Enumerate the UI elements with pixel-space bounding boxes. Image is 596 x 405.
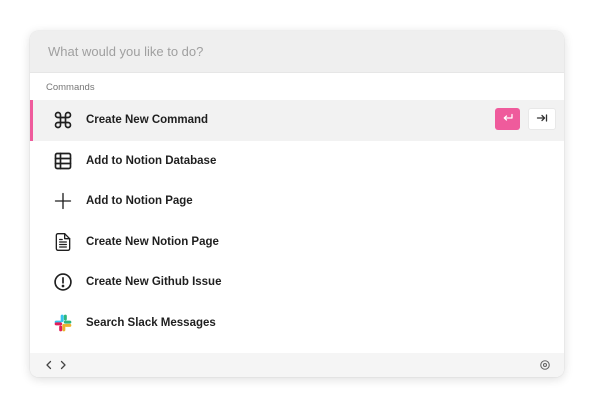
search-input[interactable] [46,43,548,60]
command-label: Add to Notion Database [86,154,217,167]
command-item-create-new-command[interactable]: Create New Command [30,100,564,141]
document-icon [52,231,74,253]
command-item-add-to-notion-database[interactable]: Add to Notion Database [30,141,564,182]
command-label: Search Slack Messages [86,316,216,329]
command-label: Add to Notion Page [86,195,193,208]
palette-footer [30,353,564,377]
table-icon [52,150,74,172]
command-item-search-slack-messages[interactable]: Search Slack Messages [30,303,564,344]
tab-button[interactable] [528,108,556,130]
row-actions [495,108,556,130]
command-icon [52,109,74,131]
command-palette: Commands Create New Command [30,31,564,377]
command-item-add-to-notion-page[interactable]: Add to Notion Page [30,181,564,222]
enter-button[interactable] [495,108,520,130]
chevron-left-icon[interactable] [42,358,56,372]
alert-circle-icon [52,271,74,293]
section-label: Commands [30,72,564,100]
tab-key-icon [536,110,548,128]
command-list: Create New Command Add to Notion Databas… [30,100,564,343]
slack-icon [52,312,74,334]
gear-icon[interactable] [538,358,552,372]
plus-icon [52,190,74,212]
search-bar[interactable] [30,31,564,72]
command-label: Create New Command [86,114,209,127]
chevron-right-icon[interactable] [56,358,70,372]
command-item-create-new-notion-page[interactable]: Create New Notion Page [30,222,564,263]
command-label: Create New Notion Page [86,235,219,248]
enter-key-icon [502,110,514,128]
command-item-create-new-github-issue[interactable]: Create New Github Issue [30,262,564,303]
command-label: Create New Github Issue [86,276,222,289]
